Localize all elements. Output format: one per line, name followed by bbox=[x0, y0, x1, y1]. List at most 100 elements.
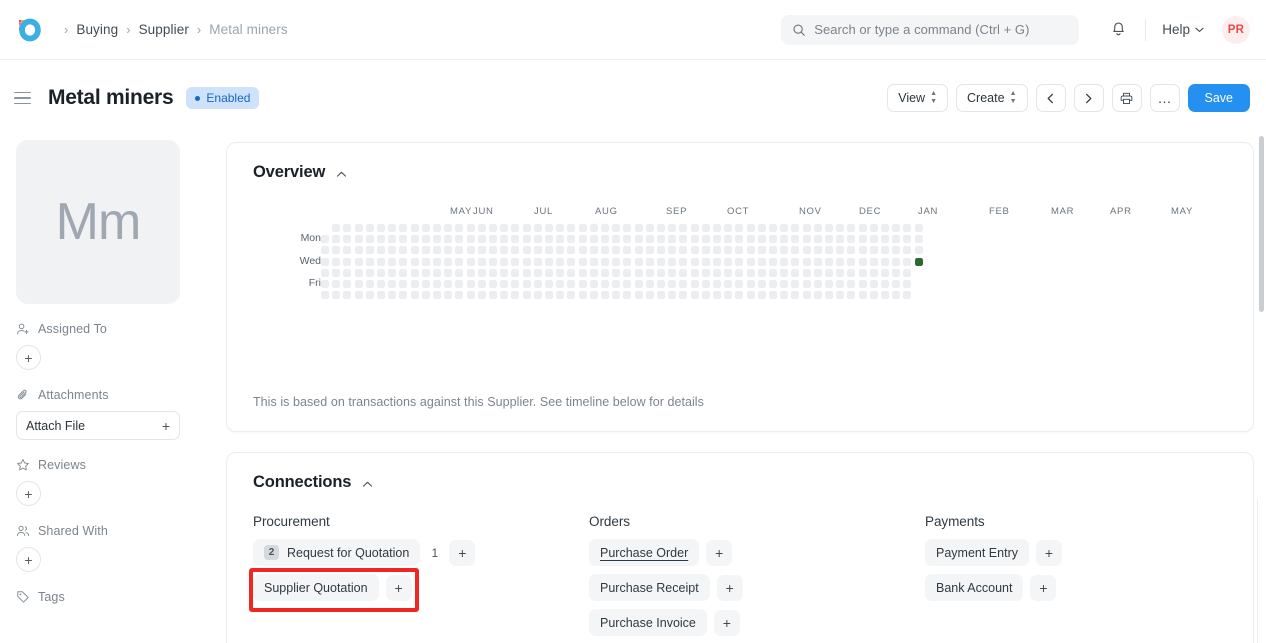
add-new-button[interactable]: + bbox=[449, 540, 475, 566]
heatmap-cell[interactable] bbox=[579, 280, 587, 288]
heatmap-cell[interactable] bbox=[668, 235, 676, 243]
heatmap-cell[interactable] bbox=[735, 246, 743, 254]
heatmap-cell[interactable] bbox=[500, 224, 508, 232]
heatmap-cell[interactable] bbox=[467, 258, 475, 266]
heatmap-cell[interactable] bbox=[859, 246, 867, 254]
heatmap-cell[interactable] bbox=[758, 246, 766, 254]
heatmap-cell[interactable] bbox=[590, 269, 598, 277]
heatmap-cell[interactable] bbox=[668, 280, 676, 288]
heatmap-cell[interactable] bbox=[579, 235, 587, 243]
heatmap-cell[interactable] bbox=[881, 246, 889, 254]
heatmap-cell[interactable] bbox=[881, 269, 889, 277]
heatmap-cell[interactable] bbox=[534, 291, 542, 299]
heatmap-cell[interactable] bbox=[411, 269, 419, 277]
heatmap-cell[interactable] bbox=[467, 235, 475, 243]
heatmap-cell[interactable] bbox=[601, 280, 609, 288]
attach-file-button[interactable]: Attach File + bbox=[16, 411, 180, 440]
print-button[interactable] bbox=[1112, 84, 1142, 112]
heatmap-cell[interactable] bbox=[691, 224, 699, 232]
heatmap-cell[interactable] bbox=[467, 224, 475, 232]
heatmap-cell[interactable] bbox=[545, 246, 553, 254]
heatmap-cell[interactable] bbox=[422, 291, 430, 299]
add-new-button[interactable]: + bbox=[386, 575, 412, 601]
heatmap-cell[interactable] bbox=[859, 235, 867, 243]
breadcrumb-item-buying[interactable]: Buying bbox=[76, 22, 118, 37]
heatmap-cell[interactable] bbox=[814, 235, 822, 243]
heatmap-cell[interactable] bbox=[422, 235, 430, 243]
heatmap-cell[interactable] bbox=[388, 224, 396, 232]
heatmap-cell[interactable] bbox=[780, 269, 788, 277]
heatmap-cell[interactable] bbox=[567, 224, 575, 232]
heatmap-cell[interactable] bbox=[523, 280, 531, 288]
heatmap-cell[interactable] bbox=[881, 291, 889, 299]
heatmap-cell[interactable] bbox=[366, 280, 374, 288]
heatmap-cell[interactable] bbox=[657, 280, 665, 288]
heatmap-cell[interactable] bbox=[343, 269, 351, 277]
heatmap-cell[interactable] bbox=[724, 269, 732, 277]
heatmap-cell[interactable] bbox=[847, 224, 855, 232]
heatmap-cell[interactable] bbox=[758, 291, 766, 299]
heatmap-cell[interactable] bbox=[713, 258, 721, 266]
heatmap-cell[interactable] bbox=[377, 269, 385, 277]
heatmap-cell[interactable] bbox=[657, 258, 665, 266]
heatmap-cell[interactable] bbox=[646, 269, 654, 277]
heatmap-cell[interactable] bbox=[511, 235, 519, 243]
connection-link-purchase-invoice[interactable]: Purchase Invoice bbox=[589, 609, 707, 636]
heatmap-cell[interactable] bbox=[791, 246, 799, 254]
heatmap-cell[interactable] bbox=[579, 269, 587, 277]
heatmap-cell[interactable] bbox=[612, 280, 620, 288]
heatmap-cell[interactable] bbox=[455, 246, 463, 254]
heatmap-cell[interactable] bbox=[422, 280, 430, 288]
heatmap-cell[interactable] bbox=[399, 246, 407, 254]
heatmap-cell[interactable] bbox=[791, 224, 799, 232]
heatmap-cell[interactable] bbox=[915, 258, 923, 266]
heatmap-cell[interactable] bbox=[803, 291, 811, 299]
heatmap-cell[interactable] bbox=[366, 269, 374, 277]
heatmap-cell[interactable] bbox=[422, 246, 430, 254]
heatmap-cell[interactable] bbox=[332, 224, 340, 232]
heatmap-cell[interactable] bbox=[343, 246, 351, 254]
heatmap-cell[interactable] bbox=[355, 258, 363, 266]
heatmap-cell[interactable] bbox=[903, 258, 911, 266]
heatmap-cell[interactable] bbox=[747, 258, 755, 266]
heatmap-cell[interactable] bbox=[534, 224, 542, 232]
heatmap-cell[interactable] bbox=[422, 224, 430, 232]
heatmap-cell[interactable] bbox=[657, 246, 665, 254]
heatmap-cell[interactable] bbox=[814, 224, 822, 232]
heatmap-cell[interactable] bbox=[478, 224, 486, 232]
heatmap-cell[interactable] bbox=[758, 235, 766, 243]
heatmap-cell[interactable] bbox=[612, 269, 620, 277]
heatmap-cell[interactable] bbox=[500, 235, 508, 243]
heatmap-cell[interactable] bbox=[500, 246, 508, 254]
heatmap-cell[interactable] bbox=[691, 235, 699, 243]
heatmap-cell[interactable] bbox=[735, 269, 743, 277]
heatmap-cell[interactable] bbox=[377, 280, 385, 288]
heatmap-cell[interactable] bbox=[623, 291, 631, 299]
heatmap-cell[interactable] bbox=[355, 224, 363, 232]
heatmap-cell[interactable] bbox=[433, 235, 441, 243]
heatmap-cell[interactable] bbox=[646, 246, 654, 254]
heatmap-cell[interactable] bbox=[511, 269, 519, 277]
heatmap-cell[interactable] bbox=[523, 235, 531, 243]
heatmap-cell[interactable] bbox=[388, 258, 396, 266]
search-input[interactable]: Search or type a command (Ctrl + G) bbox=[781, 15, 1079, 45]
heatmap-cell[interactable] bbox=[612, 246, 620, 254]
previous-record-button[interactable] bbox=[1036, 84, 1066, 112]
heatmap-cell[interactable] bbox=[579, 246, 587, 254]
heatmap-cell[interactable] bbox=[635, 224, 643, 232]
heatmap-cell[interactable] bbox=[366, 235, 374, 243]
heatmap-cell[interactable] bbox=[601, 235, 609, 243]
heatmap-cell[interactable] bbox=[377, 246, 385, 254]
heatmap-cell[interactable] bbox=[679, 258, 687, 266]
heatmap-cell[interactable] bbox=[399, 269, 407, 277]
heatmap-cell[interactable] bbox=[500, 280, 508, 288]
heatmap-cell[interactable] bbox=[511, 280, 519, 288]
heatmap-cell[interactable] bbox=[388, 291, 396, 299]
heatmap-cell[interactable] bbox=[668, 258, 676, 266]
heatmap-cell[interactable] bbox=[825, 291, 833, 299]
heatmap-cell[interactable] bbox=[567, 258, 575, 266]
heatmap-cell[interactable] bbox=[455, 269, 463, 277]
create-button[interactable]: Create ▲▼ bbox=[956, 84, 1027, 112]
heatmap-cell[interactable] bbox=[646, 280, 654, 288]
heatmap-cell[interactable] bbox=[444, 246, 452, 254]
